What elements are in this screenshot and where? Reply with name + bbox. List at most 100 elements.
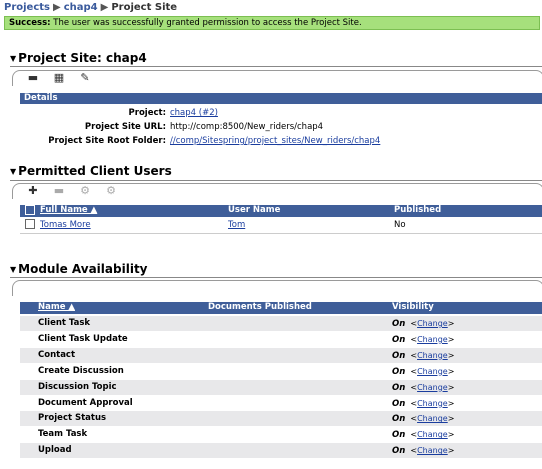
field-site-url-label: Project Site URL: (84, 122, 166, 132)
visibility-cell: On <Change> (392, 316, 454, 332)
breadcrumb-projects[interactable]: Projects (4, 2, 50, 13)
permitted-title-text: Permitted Client Users (18, 164, 172, 178)
row-checkbox[interactable] (25, 219, 38, 233)
column-full-name[interactable]: Full Name ▲ (40, 205, 97, 216)
visibility-cell: On <Change> (392, 364, 454, 380)
table-row: Client Task On <Change> (20, 316, 542, 331)
visibility-cell: On <Change> (392, 396, 454, 412)
change-wrapper: <Change> (405, 414, 455, 424)
table-row: Tomas More Tom No (20, 219, 542, 232)
collapse-triangle-icon[interactable]: ▼ (10, 265, 16, 274)
change-visibility-link[interactable]: Change (417, 383, 448, 392)
change-visibility-link[interactable]: Change (417, 319, 448, 328)
visibility-value: On (392, 350, 406, 361)
table-row: Project Status On <Change> (20, 411, 542, 427)
change-wrapper: <Change> (405, 334, 455, 344)
breadcrumb-chap4[interactable]: chap4 (64, 2, 98, 13)
module-name: Client Task (38, 318, 91, 328)
module-name: Create Discussion (38, 365, 124, 376)
success-message: The user was successfully granted permis… (53, 18, 362, 28)
module-name: Contact (38, 349, 76, 360)
root-folder-link[interactable]: //comp/Sitespring/project_sites/New_ride… (170, 136, 380, 146)
module-name: Upload (38, 445, 72, 456)
edit-pencil-icon[interactable]: ✎ (79, 72, 91, 84)
table-row: Create Discussion On <Change> (20, 364, 542, 379)
change-wrapper: <Change> (405, 382, 455, 392)
visibility-cell: On <Change> (392, 411, 454, 427)
details-header: Details (20, 93, 542, 104)
site-url-value: http://comp:8500/New_riders/chap4 (170, 122, 324, 132)
field-site-url: Project Site URL: (20, 122, 166, 133)
user-name-link[interactable]: Tom (228, 219, 245, 232)
change-wrapper: <Change> (405, 350, 455, 360)
remove-user-icon: ▬ (53, 184, 65, 197)
breadcrumb-current: Project Site (111, 2, 178, 13)
change-visibility-link[interactable]: Change (417, 399, 448, 408)
divider (20, 233, 542, 234)
change-wrapper: <Change> (405, 398, 455, 408)
success-banner: Success: The user was successfully grant… (4, 16, 540, 30)
breadcrumb: Projects ▶ chap4 ▶ Project Site (4, 2, 177, 13)
minus-icon[interactable]: ▬ (27, 72, 39, 84)
field-project-label: Project: (128, 108, 166, 118)
visibility-value: On (392, 398, 406, 409)
module-toolbar (12, 280, 542, 296)
section-module-availability-title[interactable]: ▼ Module Availability (10, 262, 148, 276)
visibility-value: On (392, 414, 406, 425)
project-site-toolbar: ▬ ▦ ✎ (12, 70, 542, 86)
column-visibility: Visibility (392, 302, 434, 312)
visibility-cell: On <Change> (392, 380, 454, 396)
column-name[interactable]: Name ▲ (38, 302, 75, 313)
change-visibility-link[interactable]: Change (417, 367, 448, 376)
visibility-value: On (392, 430, 406, 441)
column-user-name: User Name (228, 205, 281, 215)
change-visibility-link[interactable]: Change (417, 430, 448, 439)
user-full-name-link[interactable]: Tomas More (40, 219, 91, 232)
unpublish-user-icon: ⚙ (106, 184, 116, 197)
visibility-cell: On <Change> (392, 332, 454, 348)
user-published-value: No (394, 220, 406, 230)
visibility-value: On (392, 446, 406, 457)
project-link[interactable]: chap4 (#2) (170, 108, 218, 118)
column-documents-published: Documents Published (208, 302, 312, 312)
add-user-icon[interactable]: ✚ (27, 185, 39, 197)
module-title-text: Module Availability (18, 262, 148, 276)
change-wrapper: <Change> (405, 319, 455, 328)
module-name: Project Status (38, 413, 107, 424)
module-table-header: Name ▲ Documents Published Visibility (20, 302, 542, 314)
change-visibility-link[interactable]: Change (417, 351, 448, 360)
table-row: Client Task Update On <Change> (20, 332, 542, 347)
breadcrumb-separator-icon: ▶ (100, 2, 109, 13)
permitted-table-header: Full Name ▲ User Name Published (20, 205, 542, 217)
properties-icon[interactable]: ▦ (53, 72, 65, 84)
visibility-value: On (392, 319, 406, 329)
collapse-triangle-icon[interactable]: ▼ (10, 167, 16, 176)
module-name: Discussion Topic (38, 381, 117, 392)
divider (10, 277, 542, 278)
visibility-value: On (392, 366, 406, 377)
divider (10, 66, 542, 67)
change-wrapper: <Change> (405, 430, 455, 440)
section-project-site-title[interactable]: ▼ Project Site: chap4 (10, 51, 147, 65)
publish-user-icon: ⚙ (80, 184, 90, 197)
field-root-folder: Project Site Root Folder: (20, 136, 166, 147)
table-row: Discussion Topic On <Change> (20, 379, 542, 396)
table-row: Document Approval On <Change> (20, 396, 542, 411)
success-label: Success: (9, 18, 51, 28)
visibility-value: On (392, 334, 406, 345)
change-visibility-link[interactable]: Change (417, 335, 448, 344)
collapse-triangle-icon[interactable]: ▼ (10, 54, 16, 63)
change-visibility-link[interactable]: Change (417, 414, 448, 423)
breadcrumb-separator-icon: ▶ (53, 2, 61, 13)
table-row: Contact On <Change> (20, 347, 542, 363)
change-visibility-link[interactable]: Change (417, 446, 448, 455)
field-project: Project: (20, 108, 166, 119)
change-wrapper: <Change> (405, 446, 455, 456)
project-site-title-text: Project Site: chap4 (18, 51, 147, 65)
column-published: Published (394, 205, 442, 215)
module-name: Client Task Update (38, 333, 128, 344)
select-all-checkbox[interactable] (25, 205, 38, 218)
section-permitted-users-title[interactable]: ▼ Permitted Client Users (10, 164, 172, 178)
table-row: Upload On <Change> (20, 443, 542, 459)
visibility-cell: On <Change> (392, 427, 454, 443)
